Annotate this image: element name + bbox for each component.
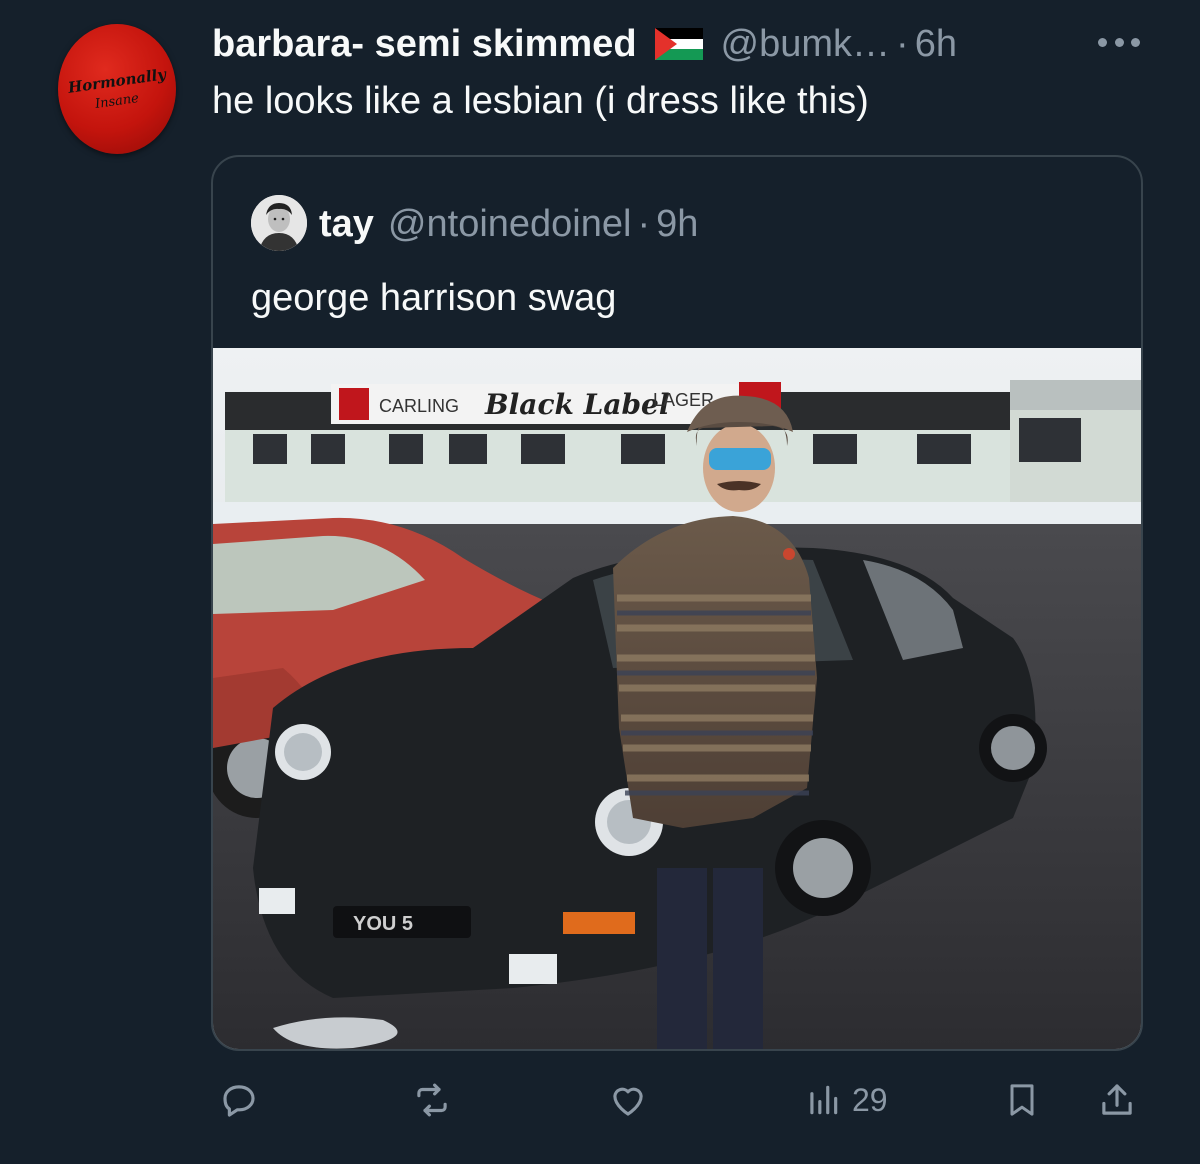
like-button[interactable] [606,1078,650,1122]
author-display-name[interactable]: barbara- semi skimmed [212,23,637,66]
reply-button[interactable] [218,1078,260,1122]
quoted-tweet[interactable]: tay @ntoinedoinel · 9h george harrison s… [211,155,1143,1051]
quoted-tweet-photo[interactable]: CARLING Black Label LAGER YOU 5 [213,348,1141,1049]
reply-icon [223,1085,255,1117]
tweet[interactable]: Hormonally Insane barbara- semi skimmed … [0,0,1200,1164]
quoted-author-display-name[interactable]: tay [319,203,374,246]
quoted-tweet-header: tay @ntoinedoinel · 9h [319,199,698,249]
tweet-header: barbara- semi skimmed @bumk… · 6h [212,18,957,70]
share-icon [1102,1084,1132,1115]
view-count: 29 [852,1081,888,1118]
heart-icon [613,1087,643,1116]
sign-carling: CARLING [379,396,459,416]
repost-button[interactable] [410,1078,454,1122]
quoted-tweet-text: george harrison swag [251,277,617,319]
more-options-icon[interactable] [1098,32,1140,52]
sign-black-label: Black Label [484,388,670,421]
views-button[interactable]: 29 [804,1078,888,1122]
quoted-tweet-timestamp[interactable]: 9h [656,203,698,246]
repost-icon [417,1083,447,1117]
author-avatar[interactable]: Hormonally Insane [58,24,176,154]
author-handle[interactable]: @bumk… [721,23,891,66]
tweet-timestamp[interactable]: 6h [915,23,957,66]
separator-dot: · [896,22,909,65]
palestine-flag-icon [654,28,703,60]
quoted-separator-dot: · [637,202,651,245]
bookmark-button[interactable] [1002,1078,1042,1122]
bookmark-icon [1010,1084,1034,1116]
analytics-icon [810,1085,838,1115]
license-plate: YOU 5 [353,913,413,935]
quoted-author-handle[interactable]: @ntoinedoinel [388,203,632,246]
tweet-text: he looks like a lesbian (i dress like th… [212,80,869,122]
tweet-actions: 29 [0,1068,1200,1132]
share-button[interactable] [1096,1078,1138,1122]
quoted-author-avatar[interactable] [251,195,307,251]
